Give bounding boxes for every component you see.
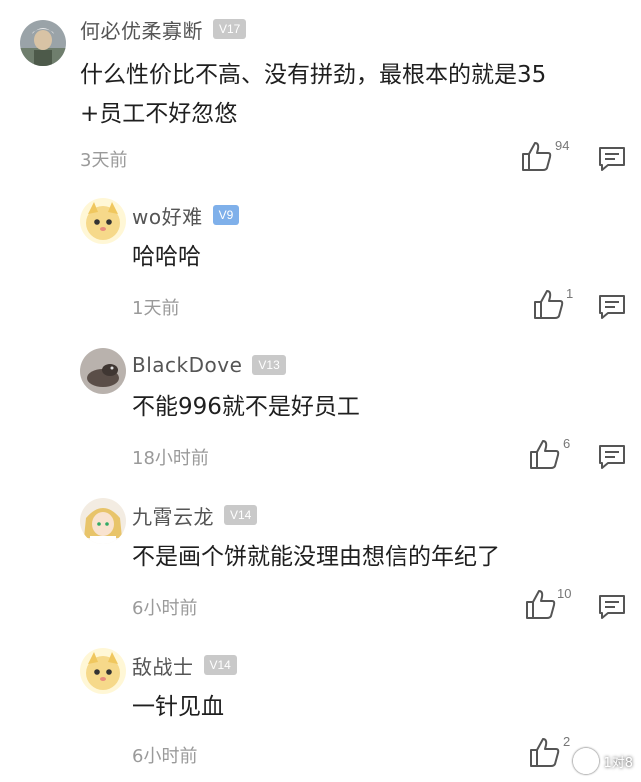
level-badge: V13 [252,355,286,375]
username[interactable]: BlackDove [132,353,242,377]
comment-reply-icon[interactable] [598,294,626,320]
comment-reply-icon[interactable] [598,146,626,172]
thumbs-up-icon[interactable] [520,140,554,172]
like-count: 6 [563,436,571,451]
avatar[interactable] [80,198,126,244]
comment-text: 什么性价比不高、没有拼劲，最根本的就是35 +员工不好忽悠 [80,56,630,134]
timestamp: 6小时前 [132,746,198,767]
thumbs-up-icon[interactable] [532,288,566,320]
username-row: wo好难 V9 [132,200,240,230]
avatar[interactable] [80,648,126,694]
username[interactable]: 何必优柔寡断 [80,15,203,44]
level-badge: V14 [224,505,258,525]
timestamp: 18小时前 [132,448,209,469]
username-row: 敌战士 V14 [132,650,237,680]
comment-text: 一针见血 [132,694,224,720]
comment-reply-icon[interactable] [598,444,626,470]
watermark-text: 1对8 [603,755,633,771]
comment-text: 不能996就不是好员工 [132,394,360,420]
watermark-logo-icon [573,748,600,774]
like-count: 94 [555,138,570,153]
avatar[interactable] [80,498,126,544]
like-count: 2 [563,734,571,749]
level-badge: V17 [213,19,247,39]
username[interactable]: 九霄云龙 [132,501,214,530]
username[interactable]: 敌战士 [132,651,194,680]
level-badge: V9 [212,205,240,225]
level-badge: V14 [203,655,237,675]
avatar[interactable] [20,20,66,66]
like-count: 1 [566,286,574,301]
username-row: 九霄云龙 V14 [132,500,258,530]
comment-text-line: 什么性价比不高、没有拼劲，最根本的就是35 [80,62,547,88]
thumbs-up-icon[interactable] [528,736,562,768]
comment-text: 哈哈哈 [132,244,201,270]
like-count: 10 [557,586,572,601]
timestamp: 3天前 [80,150,128,171]
thumbs-up-icon[interactable] [528,438,562,470]
thumbs-up-icon[interactable] [524,588,558,620]
username-row: BlackDove V13 [132,350,286,380]
timestamp: 1天前 [132,298,180,319]
avatar[interactable] [80,348,126,394]
timestamp: 6小时前 [132,598,198,619]
comment-text-line: +员工不好忽悠 [80,101,238,127]
username[interactable]: wo好难 [132,201,203,230]
comment-text: 不是画个饼就能没理由想信的年纪了 [132,544,500,570]
comment-reply-icon[interactable] [598,594,626,620]
username-row: 何必优柔寡断 V17 [80,14,247,44]
watermark: 1对8 [573,748,633,774]
